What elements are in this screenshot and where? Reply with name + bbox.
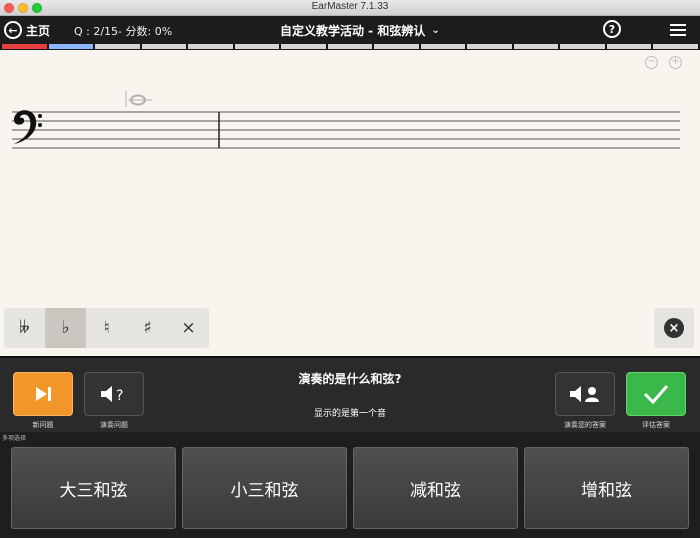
progress-segment xyxy=(188,44,233,49)
question-mark-icon: ? xyxy=(603,20,621,38)
skip-next-icon xyxy=(36,387,51,401)
evaluate-answer-label: 评估答案 xyxy=(642,421,670,429)
accidental-selector: 𝄫 ♭ ♮ ♯ × xyxy=(4,308,209,348)
hamburger-menu-icon[interactable] xyxy=(670,24,686,36)
clear-button[interactable]: × xyxy=(654,308,694,348)
play-answer-button[interactable] xyxy=(555,372,615,416)
progress-segment xyxy=(95,44,140,49)
music-staff xyxy=(12,91,680,149)
progress-segment xyxy=(374,44,419,49)
answer-diminished-button[interactable]: 减和弦 xyxy=(353,447,518,529)
progress-segment xyxy=(653,44,698,49)
progress-segment xyxy=(606,44,652,49)
window-title: EarMaster 7.1.33 xyxy=(311,1,389,12)
progress-score-text: Q : 2/15- 分数: 0% xyxy=(74,25,173,38)
flat-icon[interactable]: ♭ xyxy=(45,308,86,348)
progress-segment xyxy=(48,44,94,49)
progress-segment xyxy=(141,44,187,49)
answer-major-button[interactable]: 大三和弦 xyxy=(11,447,176,529)
question-text: 演奏的是什么和弦? xyxy=(298,372,402,386)
evaluate-answer-button[interactable] xyxy=(626,372,686,416)
speaker-person-icon xyxy=(570,386,599,402)
multiple-choice-label: 多项选择 xyxy=(2,435,27,442)
chevron-down-icon: ⌄ xyxy=(431,25,440,36)
progress-segment xyxy=(467,44,512,49)
speaker-question-icon: ? xyxy=(101,386,123,404)
staff-lines xyxy=(12,111,680,149)
progress-segment xyxy=(281,44,326,49)
new-question-label: 新问题 xyxy=(32,421,54,429)
clear-x-icon: × xyxy=(664,318,684,338)
home-label: 主页 xyxy=(26,23,51,38)
hint-text: 显示的是第一个音 xyxy=(313,409,386,419)
play-answer-label: 演奏您的答案 xyxy=(564,421,606,429)
progress-segment xyxy=(513,44,559,49)
answer-minor-button[interactable]: 小三和弦 xyxy=(182,447,347,529)
answer-augmented-button[interactable]: 增和弦 xyxy=(524,447,689,529)
svg-text:?: ? xyxy=(116,388,123,404)
progress-segment xyxy=(327,44,373,49)
progress-segment xyxy=(2,44,47,49)
window-title-bar: EarMaster 7.1.33 xyxy=(0,0,700,16)
progress-segment xyxy=(560,44,605,49)
progress-segment xyxy=(234,44,280,49)
help-button[interactable]: ? xyxy=(603,20,621,38)
play-question-button[interactable]: ? xyxy=(84,372,144,416)
control-bar: 新问题 ? 演奏问题 演奏的是什么和弦? 显示的是第一个音 演奏您的答案 评估答… xyxy=(0,356,700,432)
top-nav-bar: ← 主页 Q : 2/15- 分数: 0% 自定义教学活动 - 和弦辨认 ⌄ ? xyxy=(0,16,700,44)
play-question-label: 演奏问题 xyxy=(100,421,128,429)
staff-notation-area: − + 𝄫 ♭ ♮ ♯ × × xyxy=(0,50,700,356)
back-arrow-icon: ← xyxy=(4,21,22,39)
home-button[interactable]: ← 主页 xyxy=(4,20,50,40)
ghost-whole-note xyxy=(125,91,152,107)
new-question-button[interactable] xyxy=(13,372,73,416)
checkmark-icon xyxy=(643,385,669,405)
answer-area: 多项选择 大三和弦 小三和弦 减和弦 增和弦 xyxy=(0,432,700,538)
progress-segment xyxy=(420,44,466,49)
double-flat-icon[interactable]: 𝄫 xyxy=(4,308,45,348)
double-sharp-icon[interactable]: × xyxy=(168,308,209,348)
natural-icon[interactable]: ♮ xyxy=(86,308,127,348)
sharp-icon[interactable]: ♯ xyxy=(127,308,168,348)
activity-title: 自定义教学活动 - 和弦辨认 xyxy=(280,24,426,38)
activity-title-dropdown[interactable]: 自定义教学活动 - 和弦辨认 ⌄ xyxy=(280,22,440,39)
